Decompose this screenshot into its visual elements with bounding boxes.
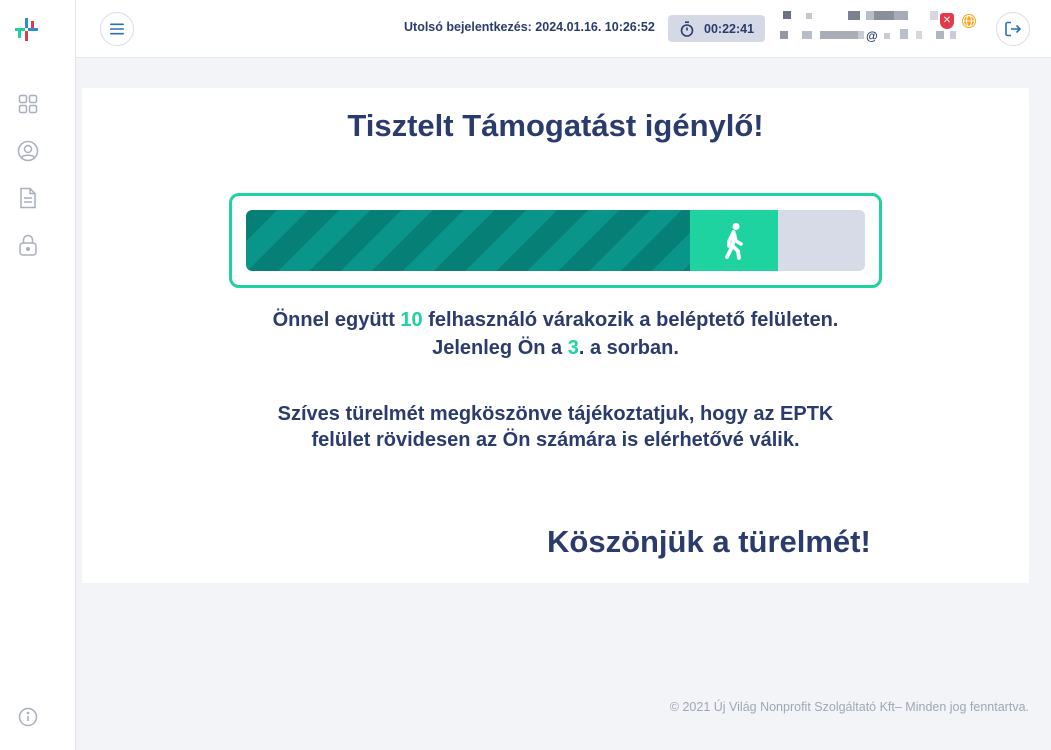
page-title: Tisztelt Támogatást igénylő! xyxy=(347,108,764,143)
waiting-text-before: Önnel együtt xyxy=(272,309,401,331)
info-icon[interactable] xyxy=(16,705,40,729)
queue-progress-fill xyxy=(246,210,778,271)
user-profile-icon[interactable] xyxy=(16,139,40,163)
position-text-before: Jelenleg Ön a xyxy=(432,337,568,359)
session-timer-value: 00:22:41 xyxy=(704,21,755,36)
stopwatch-icon xyxy=(680,20,694,37)
hamburger-icon xyxy=(110,23,124,35)
queue-position-message: Jelenleg Ön a 3. a sorban. xyxy=(82,334,1029,362)
user-email-at: @ xyxy=(866,29,878,43)
document-icon[interactable] xyxy=(16,186,40,210)
waiting-count: 10 xyxy=(400,309,423,331)
app-logo[interactable] xyxy=(13,16,41,44)
sidebar xyxy=(0,0,76,750)
language-globe-icon[interactable] xyxy=(962,14,976,28)
notice-line-2: felület rövidesen az Ön számára is elérh… xyxy=(311,429,800,451)
waiting-text-after: felhasználó várakozik a beléptető felüle… xyxy=(422,309,839,331)
queue-progress-track xyxy=(246,210,865,271)
queue-position: 3 xyxy=(567,337,579,359)
security-shield-icon[interactable]: ✕ xyxy=(940,13,954,29)
position-text-after: . a sorban. xyxy=(578,337,679,359)
menu-toggle-button[interactable] xyxy=(100,12,134,46)
logout-icon xyxy=(1005,21,1022,37)
queue-progress-frame xyxy=(229,193,882,288)
session-timer: 00:22:41 xyxy=(668,15,765,42)
last-login-info: Utolsó bejelentkezés: 2024.01.16. 10:26:… xyxy=(404,20,655,34)
queue-card: Tisztelt Támogatást igénylő! Önnel együt… xyxy=(82,88,1029,583)
thanks-message: Köszönjük a türelmét! xyxy=(547,524,871,559)
progress-head xyxy=(690,210,778,271)
logout-button[interactable] xyxy=(996,12,1030,46)
dashboard-grid-icon[interactable] xyxy=(16,92,40,116)
notice-line-1: Szíves türelmét megköszönve tájékoztatju… xyxy=(277,403,834,425)
footer-copyright: © 2021 Új Világ Nonprofit Szolgáltató Kf… xyxy=(669,700,1029,714)
queue-waiting-message: Önnel együtt 10 felhasználó várakozik a … xyxy=(82,306,1029,334)
walking-person-icon xyxy=(725,222,743,260)
top-header: Utolsó bejelentkezés: 2024.01.16. 10:26:… xyxy=(76,0,1051,58)
lock-icon[interactable] xyxy=(16,233,40,257)
